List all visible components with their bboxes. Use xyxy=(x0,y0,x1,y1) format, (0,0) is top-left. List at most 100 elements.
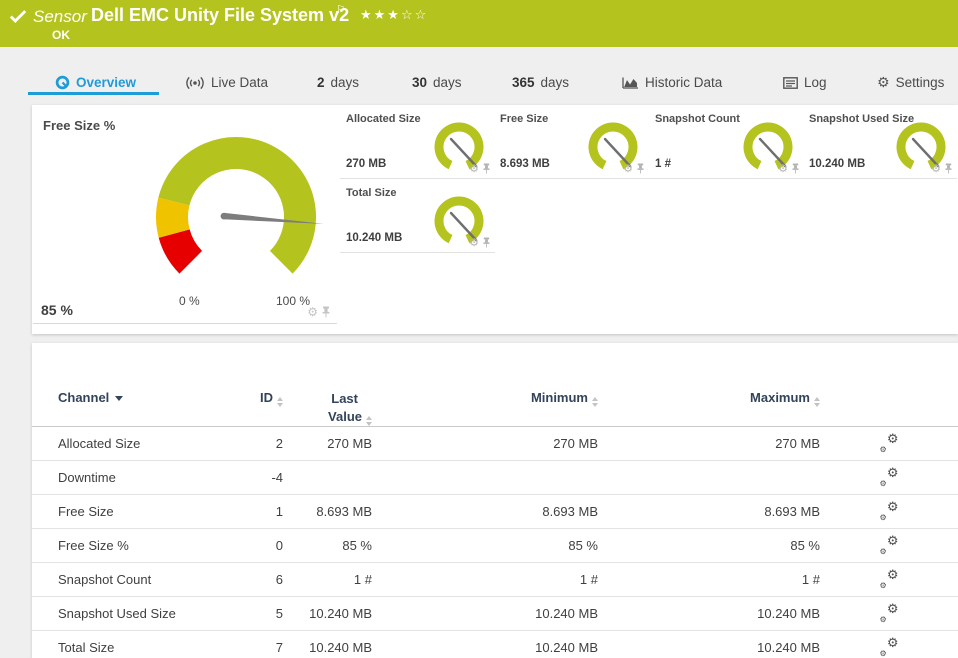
tab-label: days xyxy=(331,75,360,90)
column-header-channel[interactable]: Channel xyxy=(58,390,253,405)
table-row[interactable]: Free Size 1 8.693 MB 8.693 MB 8.693 MB ⚙… xyxy=(32,495,958,529)
status-ok-check-icon xyxy=(9,9,27,29)
pin-icon[interactable] xyxy=(944,163,953,174)
gauge-scale-max-label: 100 % xyxy=(276,294,310,308)
gear-icon[interactable]: ⚙ xyxy=(778,162,788,175)
maximum-cell: 85 % xyxy=(598,538,820,553)
main-gauge-card: Free Size % 0 % 100 % 85 % ⚙ xyxy=(33,105,337,324)
pin-icon[interactable] xyxy=(482,237,491,248)
mini-gauge-value: 10.240 MB xyxy=(346,232,402,244)
tab-number: 30 xyxy=(412,75,427,90)
channel-settings-icon[interactable]: ⚙⚙ xyxy=(880,571,899,588)
channel-name-cell: Free Size xyxy=(58,504,253,519)
pin-icon[interactable] xyxy=(791,163,800,174)
channel-name-cell: Downtime xyxy=(58,470,253,485)
free-size-percent-gauge xyxy=(126,117,346,317)
sort-icon xyxy=(366,416,372,426)
gear-icon[interactable]: ⚙ xyxy=(307,305,318,319)
gear-icon[interactable]: ⚙ xyxy=(469,162,479,175)
area-chart-icon xyxy=(622,76,639,89)
tab-label: days xyxy=(433,75,462,90)
channel-settings-icon[interactable]: ⚙⚙ xyxy=(880,605,899,622)
tab-settings[interactable]: ⚙ Settings xyxy=(877,75,944,90)
column-header-id[interactable]: ID xyxy=(253,390,283,407)
gear-icon[interactable]: ⚙ xyxy=(931,162,941,175)
minimum-cell: 8.693 MB xyxy=(372,504,598,519)
minimum-cell: 1 # xyxy=(372,572,598,587)
pin-icon[interactable] xyxy=(482,163,491,174)
tab-30-days[interactable]: 30 days xyxy=(412,75,462,90)
gauges-panel: Free Size % 0 % 100 % 85 % ⚙ Allocated S… xyxy=(32,105,958,334)
favorite-flag-icon[interactable]: ⚐ xyxy=(336,3,346,16)
minimum-cell: 85 % xyxy=(372,538,598,553)
gauge-title: Free Size % xyxy=(43,118,115,133)
channel-settings-icon[interactable]: ⚙⚙ xyxy=(880,537,899,554)
tab-2-days[interactable]: 2 days xyxy=(317,75,359,90)
id-cell: 2 xyxy=(253,436,283,451)
gear-icon[interactable]: ⚙ xyxy=(623,162,633,175)
last-value-cell: 8.693 MB xyxy=(283,504,372,519)
active-tab-underline xyxy=(28,92,159,95)
mini-gauge-title: Free Size xyxy=(500,113,548,125)
gear-icon[interactable]: ⚙ xyxy=(469,236,479,249)
maximum-cell: 1 # xyxy=(598,572,820,587)
tab-label: Log xyxy=(804,75,827,90)
gauge-value: 85 % xyxy=(41,302,73,318)
tab-label: Settings xyxy=(896,75,945,90)
channel-settings-icon[interactable]: ⚙⚙ xyxy=(880,639,899,656)
table-row[interactable]: Downtime -4 ⚙⚙ xyxy=(32,461,958,495)
log-icon xyxy=(783,77,798,89)
channel-name-cell: Free Size % xyxy=(58,538,253,553)
mini-gauge-card: Snapshot Count 1 # ⚙ xyxy=(649,105,804,179)
mini-gauge-card: Total Size 10.240 MB ⚙ xyxy=(340,179,495,253)
table-row[interactable]: Snapshot Used Size 5 10.240 MB 10.240 MB… xyxy=(32,597,958,631)
channel-settings-icon[interactable]: ⚙⚙ xyxy=(880,435,899,452)
mini-gauge-title: Total Size xyxy=(346,187,397,199)
minimum-cell: 270 MB xyxy=(372,436,598,451)
channel-name-cell: Total Size xyxy=(58,640,253,655)
id-cell: -4 xyxy=(253,470,283,485)
minimum-cell: 10.240 MB xyxy=(372,606,598,621)
mini-gauge-title: Snapshot Count xyxy=(655,113,740,125)
tab-overview[interactable]: Overview xyxy=(55,75,136,90)
channel-settings-icon[interactable]: ⚙⚙ xyxy=(880,469,899,486)
channel-name-cell: Allocated Size xyxy=(58,436,253,451)
mini-gauge-card: Snapshot Used Size 10.240 MB ⚙ xyxy=(803,105,957,179)
mini-gauge-card: Free Size 8.693 MB ⚙ xyxy=(494,105,649,179)
mini-gauge-value: 10.240 MB xyxy=(809,158,865,170)
id-cell: 1 xyxy=(253,504,283,519)
prtg-sensor-page: Sensor Dell EMC Unity File System v2 ⚐ ★… xyxy=(0,0,958,658)
tab-label: Overview xyxy=(76,75,136,90)
sensor-status-text: OK xyxy=(52,28,70,42)
tab-log[interactable]: Log xyxy=(783,75,827,90)
priority-stars[interactable]: ★★★☆☆ xyxy=(360,8,428,23)
table-row[interactable]: Free Size % 0 85 % 85 % 85 % ⚙⚙ xyxy=(32,529,958,563)
tab-bar: Overview Live Data 2days 30days 365days … xyxy=(0,47,958,97)
id-cell: 5 xyxy=(253,606,283,621)
live-data-icon xyxy=(185,76,205,90)
sort-desc-icon xyxy=(115,396,123,401)
sort-icon xyxy=(814,397,820,407)
tab-365-days[interactable]: 365days xyxy=(512,75,569,90)
pin-icon[interactable] xyxy=(321,306,331,318)
channel-settings-icon[interactable]: ⚙⚙ xyxy=(880,503,899,520)
tab-historic-data[interactable]: Historic Data xyxy=(622,75,722,90)
pin-icon[interactable] xyxy=(636,163,645,174)
table-row[interactable]: Total Size 7 10.240 MB 10.240 MB 10.240 … xyxy=(32,631,958,658)
maximum-cell: 10.240 MB xyxy=(598,640,820,655)
column-header-maximum[interactable]: Maximum xyxy=(598,390,820,407)
tab-live-data[interactable]: Live Data xyxy=(185,75,268,90)
gauge-icon xyxy=(55,75,70,90)
tab-number: 2 xyxy=(317,75,325,90)
column-header-minimum[interactable]: Minimum xyxy=(372,390,598,407)
column-header-last-value[interactable]: LastValue xyxy=(283,390,372,426)
channels-table: Channel ID LastValue Minimum Maximum All… xyxy=(32,343,958,658)
table-row[interactable]: Allocated Size 2 270 MB 270 MB 270 MB ⚙⚙ xyxy=(32,427,958,461)
last-value-cell: 10.240 MB xyxy=(283,640,372,655)
mini-gauge-title: Allocated Size xyxy=(346,113,421,125)
channel-name-cell: Snapshot Count xyxy=(58,572,253,587)
table-row[interactable]: Snapshot Count 6 1 # 1 # 1 # ⚙⚙ xyxy=(32,563,958,597)
channel-name-cell: Snapshot Used Size xyxy=(58,606,253,621)
mini-gauge-card: Allocated Size 270 MB ⚙ xyxy=(340,105,495,179)
gauge-scale-min-label: 0 % xyxy=(179,294,200,308)
